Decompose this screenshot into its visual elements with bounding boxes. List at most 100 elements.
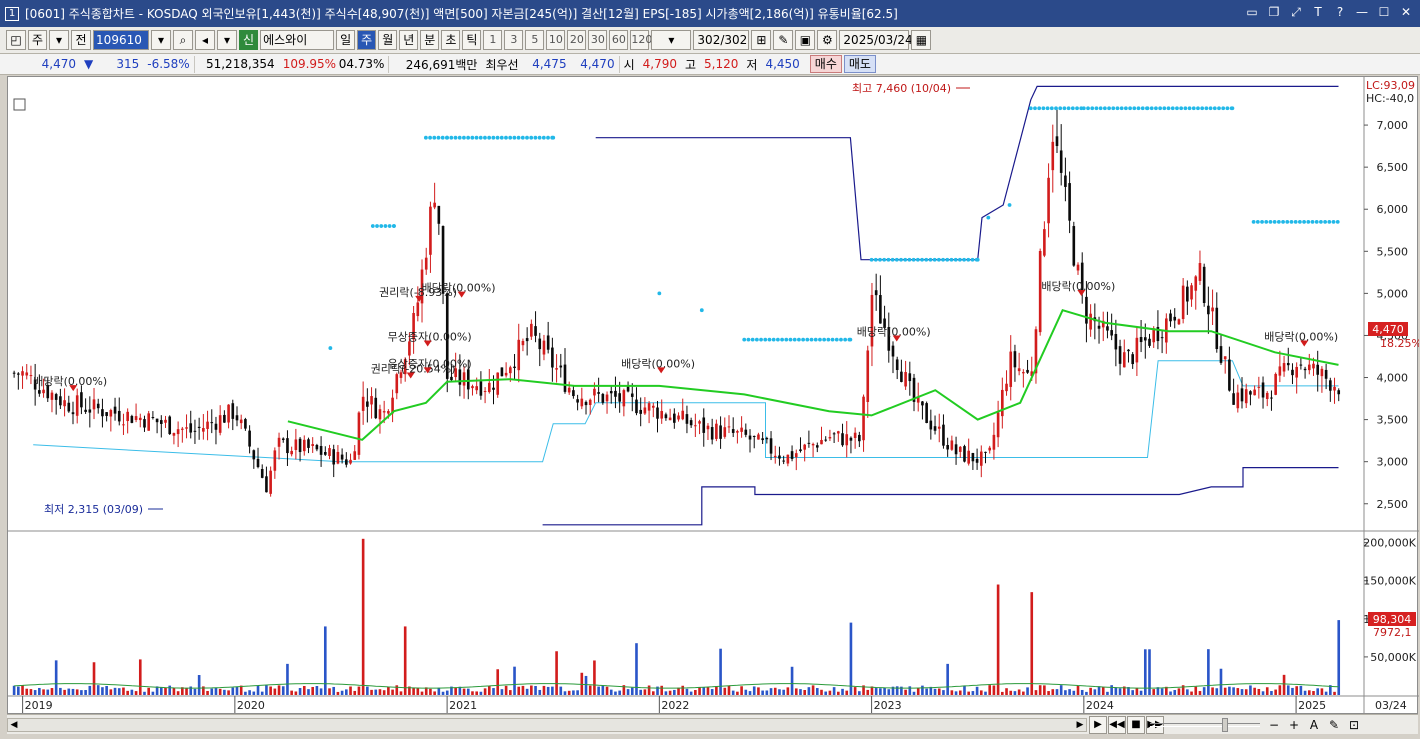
zoom-slider-track[interactable] [1150, 723, 1260, 727]
candle-body [244, 419, 247, 429]
candle-body [748, 435, 752, 440]
draw-tool-icon[interactable]: ✎ [773, 30, 794, 50]
zoom-slider-handle[interactable] [1222, 718, 1228, 732]
candle-body [462, 372, 466, 386]
settings-gear-icon[interactable]: ⚙ [817, 30, 838, 50]
candle-body [656, 407, 659, 419]
indicator-icon[interactable]: ⊞ [751, 30, 772, 50]
parabolic-dot [826, 337, 831, 342]
chart-menu-icon[interactable]: ◰ [6, 30, 26, 50]
data-count[interactable]: 302/302 [693, 30, 750, 50]
calendar-icon[interactable]: ▦ [911, 30, 932, 50]
interval-120[interactable]: 120 [630, 30, 652, 50]
horizontal-scrollbar[interactable]: ◀ ▶ [7, 718, 1087, 732]
capture-icon[interactable]: ⊡ [1345, 716, 1363, 734]
zoom-in-icon[interactable]: + [1285, 716, 1303, 734]
interval-5[interactable]: 5 [525, 30, 545, 50]
period-minute[interactable]: 분 [420, 30, 440, 50]
volume-bar [88, 685, 92, 695]
parabolic-dot [903, 257, 908, 262]
type-dropdown-icon[interactable]: ▾ [49, 30, 70, 50]
volume-bar [748, 691, 752, 695]
stock-code-input[interactable]: 109610 [93, 30, 150, 50]
font-icon[interactable]: T [1310, 4, 1326, 20]
volume-bar [328, 688, 331, 695]
parabolic-dot [440, 135, 445, 140]
stock-chart-svg[interactable]: 2,5003,0003,5004,0004,5005,0005,5006,000… [8, 77, 1420, 715]
candle-body [1022, 372, 1025, 374]
parabolic-dot [1028, 106, 1033, 111]
period-week[interactable]: 주 [357, 30, 377, 50]
period-tick[interactable]: 틱 [462, 30, 482, 50]
zoom-out-icon[interactable]: − [1265, 716, 1283, 734]
parabolic-dot [1272, 219, 1277, 224]
scroll-left-icon[interactable]: ◀ [8, 719, 20, 731]
layout-icon[interactable]: ▭ [1244, 4, 1260, 20]
volume-bar [1295, 686, 1298, 695]
parabolic-dot [763, 337, 768, 342]
pin-icon[interactable]: ⤢ [1288, 4, 1304, 20]
event-marker [1077, 290, 1086, 296]
interval-60[interactable]: 60 [609, 30, 629, 50]
period-second[interactable]: 초 [441, 30, 461, 50]
save-icon[interactable]: ▣ [795, 30, 816, 50]
volume-bar [176, 691, 180, 695]
buy-button[interactable]: 매수 [809, 55, 842, 73]
search-icon[interactable]: ⌕ [173, 30, 194, 50]
candle-body [130, 415, 134, 423]
help-icon[interactable]: ? [1332, 4, 1348, 20]
parabolic-dot [541, 135, 546, 140]
candle-body [786, 454, 790, 464]
maximize-icon[interactable]: ☐ [1376, 4, 1392, 20]
date-input[interactable]: 2025/03/24 [839, 30, 913, 50]
volume-bar [399, 691, 403, 695]
type-select[interactable]: 주 [28, 30, 48, 50]
stop-icon[interactable]: ■ [1127, 716, 1145, 734]
volume-bar [677, 687, 680, 695]
volume-bar [1047, 691, 1050, 695]
volume-bar [807, 687, 811, 695]
parabolic-dot [890, 257, 895, 262]
custom-interval-select[interactable]: ▾ [651, 30, 692, 50]
candle-body [559, 365, 563, 368]
interval-30[interactable]: 30 [588, 30, 608, 50]
candle-body [1110, 330, 1113, 336]
new-listing-badge[interactable]: 신 [239, 30, 259, 50]
annotate-icon[interactable]: ✎ [1325, 716, 1343, 734]
interval-20[interactable]: 20 [567, 30, 587, 50]
period-day[interactable]: 일 [336, 30, 356, 50]
close-icon[interactable]: ✕ [1398, 4, 1414, 20]
volume-bar [803, 690, 806, 695]
text-tool-icon[interactable]: A [1305, 716, 1323, 734]
interval-1[interactable]: 1 [483, 30, 503, 50]
volume-bar [521, 685, 525, 695]
interval-10[interactable]: 10 [546, 30, 566, 50]
volume-bar [323, 626, 327, 695]
volume-bar [790, 666, 794, 695]
y-tick-label: 3,500 [1377, 414, 1409, 427]
speaker-dropdown-icon[interactable]: ▾ [217, 30, 238, 50]
volume-bar [223, 689, 226, 695]
code-dropdown-icon[interactable]: ▾ [151, 30, 172, 50]
title-bar: 1 [0601] 주식종합차트 - KOSDAQ 외국인보유[1,443(천)]… [0, 0, 1420, 27]
interval-3[interactable]: 3 [504, 30, 524, 50]
volume-bar [1316, 688, 1320, 695]
restore-icon[interactable]: ❐ [1266, 4, 1282, 20]
volume-bar [1257, 688, 1261, 695]
scroll-right-icon[interactable]: ▶ [1074, 719, 1086, 731]
volume-bar [773, 687, 777, 695]
period-year[interactable]: 년 [399, 30, 419, 50]
period-month[interactable]: 월 [378, 30, 398, 50]
all-button[interactable]: 전 [71, 30, 92, 50]
volume-bar [1278, 685, 1282, 695]
sell-button[interactable]: 매도 [843, 55, 876, 73]
minimize-icon[interactable]: — [1354, 4, 1370, 20]
chart-area[interactable]: 2,5003,0003,5004,0004,5005,0005,5006,000… [7, 76, 1420, 715]
volume-bar [437, 687, 441, 695]
candle-body [984, 451, 987, 453]
rewind-icon[interactable]: ◀◀ [1108, 716, 1126, 734]
play-icon[interactable]: ▶ [1089, 716, 1107, 734]
stock-name: 에스와이 [260, 30, 335, 50]
parabolic-dot [1149, 106, 1154, 111]
speaker-icon[interactable]: ◂ [195, 30, 216, 50]
